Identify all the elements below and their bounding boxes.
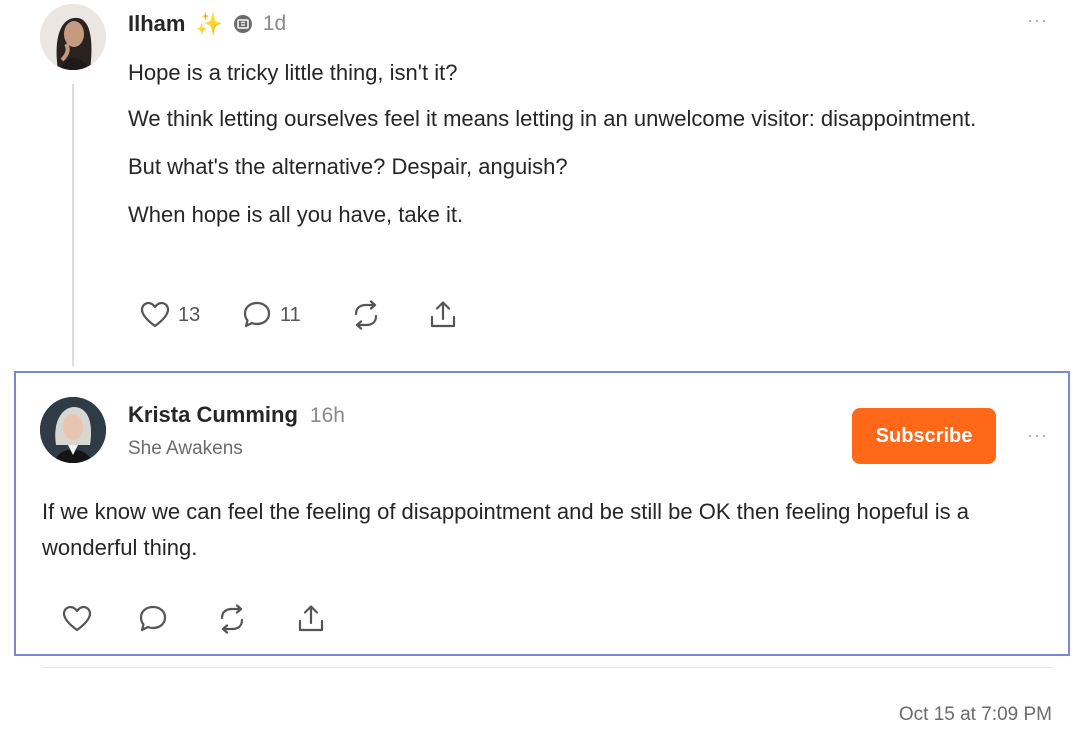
comment-paragraph: But what's the alternative? Despair, ang…: [128, 154, 568, 179]
timestamp: 1d: [262, 12, 287, 35]
comment-header: Ilham ✨ 1d: [128, 8, 286, 40]
author-name[interactable]: Krista Cumming: [128, 402, 298, 428]
more-options-icon[interactable]: ···: [1027, 425, 1048, 446]
subscriber-badge-icon: [233, 14, 253, 34]
comment-actions: [62, 604, 326, 634]
share-button[interactable]: [296, 604, 326, 634]
comment-body: Hope is a tricky little thing, isn't it?…: [128, 55, 1028, 245]
divider: [42, 667, 1052, 668]
comment-icon: [242, 300, 272, 330]
like-button[interactable]: [62, 605, 138, 633]
share-icon: [296, 604, 326, 634]
thread-line: [72, 84, 74, 366]
restack-button[interactable]: [350, 300, 428, 330]
restack-icon: [350, 300, 382, 330]
comment-paragraph: We think letting ourselves feel it means…: [128, 106, 977, 131]
comment-body: If we know we can feel the feeling of di…: [42, 499, 970, 560]
restack-icon: [216, 604, 248, 634]
reply-button[interactable]: 11: [242, 300, 350, 330]
like-count: 13: [178, 303, 201, 326]
heart-icon: [62, 605, 92, 633]
comment-icon: [138, 604, 168, 634]
comment-count: 11: [280, 303, 301, 326]
more-options-icon[interactable]: ···: [1027, 10, 1048, 31]
sparkle-icon: ✨: [195, 11, 223, 36]
comment-actions: 13 11: [140, 300, 458, 330]
parent-comment: Ilham ✨ 1d ··· Hope is a tricky little t…: [0, 0, 1080, 370]
like-button[interactable]: 13: [140, 301, 242, 329]
avatar[interactable]: [40, 397, 106, 463]
restack-button[interactable]: [216, 604, 296, 634]
subscribe-button[interactable]: Subscribe: [852, 408, 996, 464]
comment-paragraph: When hope is all you have, take it.: [128, 202, 464, 227]
share-button[interactable]: [428, 300, 458, 330]
share-icon: [428, 300, 458, 330]
post-date: Oct 15 at 7:09 PM: [898, 704, 1052, 725]
timestamp: 16h: [309, 404, 345, 427]
comment-paragraph: Hope is a tricky little thing, isn't it?: [128, 60, 458, 85]
reply-button[interactable]: [138, 604, 216, 634]
comment-thread: Ilham ✨ 1d ··· Hope is a tricky little t…: [0, 0, 1080, 746]
heart-icon: [140, 301, 170, 329]
avatar[interactable]: [40, 4, 106, 70]
publication-name[interactable]: She Awakens: [128, 438, 345, 460]
comment-header: Krista Cumming 16h She Awakens: [128, 402, 345, 460]
author-name[interactable]: Ilham: [128, 11, 185, 37]
